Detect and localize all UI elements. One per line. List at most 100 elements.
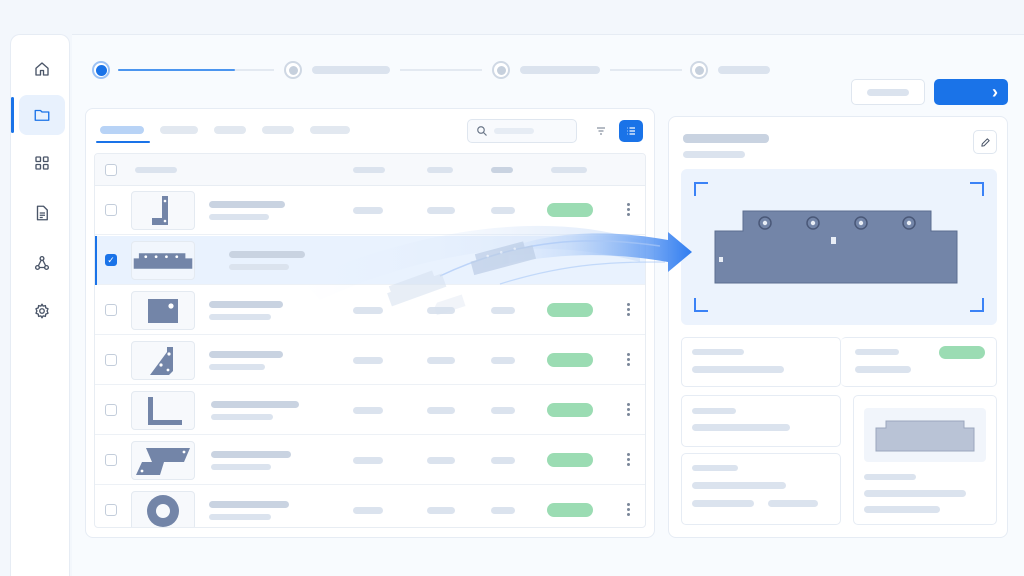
filter-icon bbox=[597, 127, 605, 135]
table-row[interactable] bbox=[95, 186, 645, 235]
frame-corner bbox=[970, 182, 984, 196]
plate-outline-shape bbox=[875, 420, 975, 452]
gear-icon bbox=[35, 303, 49, 319]
info-card bbox=[681, 453, 841, 525]
part-meta bbox=[209, 364, 265, 370]
step-1-indicator[interactable] bbox=[92, 61, 110, 79]
info-value bbox=[692, 482, 786, 489]
info-value bbox=[692, 500, 754, 507]
step-connector bbox=[610, 69, 682, 71]
row-checkbox[interactable] bbox=[105, 404, 117, 416]
part-thumbnail bbox=[131, 241, 195, 280]
info-value bbox=[692, 424, 790, 431]
part-preview bbox=[681, 169, 997, 325]
pencil-icon bbox=[980, 137, 990, 147]
thumbnail-card bbox=[853, 395, 997, 525]
info-label bbox=[864, 474, 916, 480]
long-plate-shape bbox=[133, 252, 193, 269]
washer-shape bbox=[147, 494, 179, 527]
frame-corner bbox=[970, 298, 984, 312]
row-menu-button[interactable] bbox=[623, 303, 633, 316]
frame-corner bbox=[694, 298, 708, 312]
filter-button[interactable] bbox=[589, 120, 613, 142]
tab-1[interactable] bbox=[100, 126, 144, 134]
part-name bbox=[209, 301, 283, 308]
row-checkbox[interactable] bbox=[105, 504, 117, 516]
sidebar-item-structure[interactable] bbox=[19, 243, 65, 283]
column-header bbox=[491, 167, 513, 173]
parts-list-card: ✓ bbox=[85, 108, 655, 538]
part-thumbnail bbox=[131, 341, 195, 380]
step-4-indicator[interactable] bbox=[690, 61, 708, 79]
step-connector bbox=[400, 69, 482, 71]
chevron-right-icon: › bbox=[992, 82, 998, 102]
sidebar-item-home[interactable] bbox=[19, 49, 65, 89]
tab-5[interactable] bbox=[310, 126, 350, 134]
tab-4[interactable] bbox=[262, 126, 294, 134]
search-input[interactable] bbox=[467, 119, 577, 143]
info-label bbox=[855, 349, 899, 355]
part-thumbnail bbox=[131, 391, 195, 430]
sidebar-item-dashboard[interactable] bbox=[19, 143, 65, 183]
cell-value bbox=[353, 207, 383, 214]
info-label bbox=[692, 465, 738, 471]
sidebar-item-files[interactable] bbox=[11, 95, 65, 135]
part-name bbox=[209, 501, 289, 508]
part-thumbnail bbox=[131, 291, 195, 330]
table-row[interactable] bbox=[95, 286, 645, 335]
row-checkbox[interactable]: ✓ bbox=[105, 254, 117, 266]
row-checkbox[interactable] bbox=[105, 354, 117, 366]
status-badge bbox=[547, 353, 593, 367]
next-button[interactable]: › bbox=[934, 79, 1008, 105]
step-3-indicator[interactable] bbox=[492, 61, 510, 79]
back-button[interactable] bbox=[851, 79, 925, 105]
long-plate-preview-shape bbox=[714, 210, 958, 284]
column-header bbox=[427, 167, 453, 173]
tab-2[interactable] bbox=[160, 126, 198, 134]
row-menu-button[interactable] bbox=[623, 203, 633, 216]
row-menu-button[interactable] bbox=[623, 453, 633, 466]
edit-button[interactable] bbox=[973, 130, 997, 154]
table-row[interactable] bbox=[95, 336, 645, 385]
plate-hole-shape bbox=[148, 298, 178, 323]
table-row[interactable] bbox=[95, 436, 645, 485]
cell-value bbox=[491, 357, 515, 364]
table-row-selected[interactable]: ✓ bbox=[95, 236, 645, 285]
document-icon bbox=[36, 205, 48, 221]
row-menu-button[interactable] bbox=[623, 353, 633, 366]
table-row[interactable] bbox=[95, 386, 645, 435]
row-menu-button[interactable] bbox=[623, 503, 633, 516]
cell-value bbox=[353, 507, 383, 514]
row-checkbox[interactable] bbox=[105, 204, 117, 216]
frame-corner bbox=[694, 182, 708, 196]
step-1-progress bbox=[118, 69, 274, 71]
list-view-button[interactable] bbox=[619, 120, 643, 142]
row-menu-button[interactable] bbox=[623, 403, 633, 416]
column-header bbox=[551, 167, 587, 173]
z-plate-shape bbox=[136, 447, 190, 475]
sidebar-item-settings[interactable] bbox=[19, 291, 65, 331]
select-all-checkbox[interactable] bbox=[105, 164, 117, 176]
detail-subtitle bbox=[683, 151, 745, 158]
active-tab-indicator bbox=[96, 141, 150, 143]
row-checkbox[interactable] bbox=[105, 304, 117, 316]
row-checkbox[interactable] bbox=[105, 454, 117, 466]
tab-3[interactable] bbox=[214, 126, 246, 134]
parts-table: ✓ bbox=[94, 153, 646, 528]
cell-value bbox=[353, 307, 383, 314]
gusset-shape bbox=[150, 346, 173, 375]
sidebar-item-documents[interactable] bbox=[19, 193, 65, 233]
table-row[interactable] bbox=[95, 486, 645, 527]
cell-value bbox=[491, 307, 515, 314]
network-icon bbox=[34, 255, 50, 271]
info-card bbox=[681, 337, 841, 387]
column-header bbox=[135, 167, 177, 173]
selected-indicator bbox=[95, 236, 97, 285]
info-value bbox=[864, 490, 966, 497]
step-2-label bbox=[312, 66, 390, 74]
step-2-indicator[interactable] bbox=[284, 61, 302, 79]
cell-value bbox=[353, 357, 383, 364]
part-thumbnail bbox=[131, 441, 195, 480]
cell-value bbox=[491, 457, 515, 464]
detail-title bbox=[683, 134, 769, 143]
